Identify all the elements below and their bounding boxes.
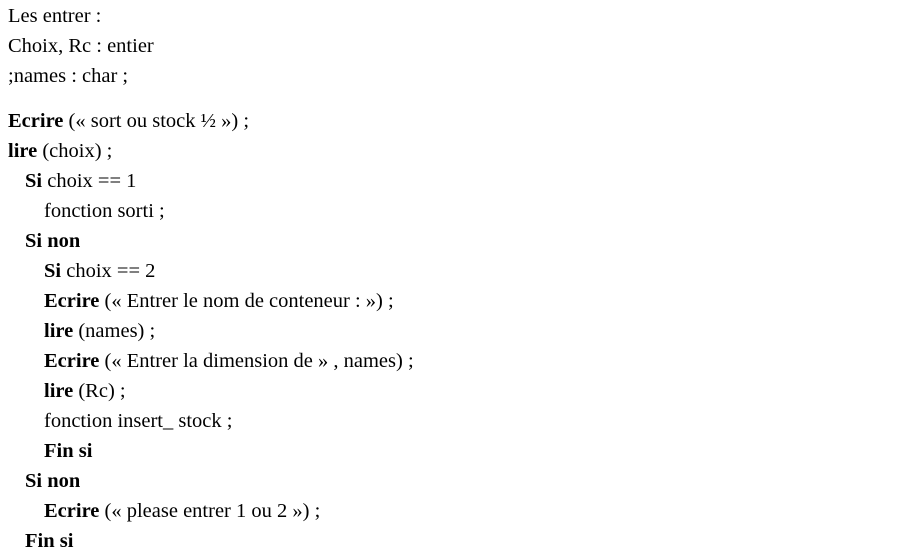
statement-text: (« Entrer la dimension de » , names) ; [99, 350, 414, 372]
pseudocode-document: Les entrer : Choix, Rc : entier ;names :… [8, 0, 888, 552]
statement-text: fonction insert_ stock ; [44, 410, 233, 432]
code-line: fonction insert_ stock ; [8, 406, 888, 436]
code-line: Ecrire (« Entrer le nom de conteneur : »… [8, 286, 888, 316]
code-line: lire (Rc) ; [8, 376, 888, 406]
keyword: Si non [25, 470, 81, 492]
code-line: fonction sorti ; [8, 196, 888, 226]
statement-text: (Rc) ; [73, 380, 126, 402]
code-line: Fin si [8, 436, 888, 466]
code-line: Si choix == 1 [8, 166, 888, 196]
declaration-line: ;names : char ; [8, 65, 129, 87]
code-line: Si choix == 2 [8, 256, 888, 286]
keyword: Ecrire [44, 350, 100, 372]
keyword: Ecrire [8, 110, 64, 132]
keyword: lire [44, 320, 74, 342]
statement-text: choix == 2 [61, 260, 156, 282]
declaration-line: Choix, Rc : entier [8, 35, 154, 57]
keyword: Fin si [44, 440, 93, 462]
keyword: Fin si [25, 530, 74, 552]
keyword: Si [25, 170, 43, 192]
statement-text: (choix) ; [37, 140, 113, 162]
keyword: Ecrire [44, 290, 100, 312]
code-line: lire (names) ; [8, 316, 888, 346]
declaration-line: Les entrer : [8, 5, 102, 27]
statement-text: (« please entrer 1 ou 2 ») ; [99, 500, 321, 522]
statement-text: fonction sorti ; [44, 200, 165, 222]
keyword: Si non [25, 230, 81, 252]
code-line: Si non [8, 226, 888, 256]
declarations-block: Les entrer : Choix, Rc : entier ;names :… [8, 1, 888, 91]
keyword: Si [44, 260, 62, 282]
keyword: lire [8, 140, 38, 162]
code-line: lire (choix) ; [8, 136, 888, 166]
code-line: Ecrire (« Entrer la dimension de » , nam… [8, 346, 888, 376]
keyword: Ecrire [44, 500, 100, 522]
statement-text: (« sort ou stock ½ ») ; [63, 110, 250, 132]
code-line: Ecrire (« sort ou stock ½ ») ; [8, 106, 888, 136]
statement-text: (names) ; [73, 320, 156, 342]
statement-text: choix == 1 [42, 170, 137, 192]
code-line: Fin si [8, 526, 888, 556]
statement-text: (« Entrer le nom de conteneur : ») ; [99, 290, 394, 312]
keyword: lire [44, 380, 74, 402]
code-line: Ecrire (« please entrer 1 ou 2 ») ; [8, 496, 888, 526]
code-line: Si non [8, 466, 888, 496]
algorithm-block: Ecrire (« sort ou stock ½ ») ; lire (cho… [8, 106, 888, 556]
